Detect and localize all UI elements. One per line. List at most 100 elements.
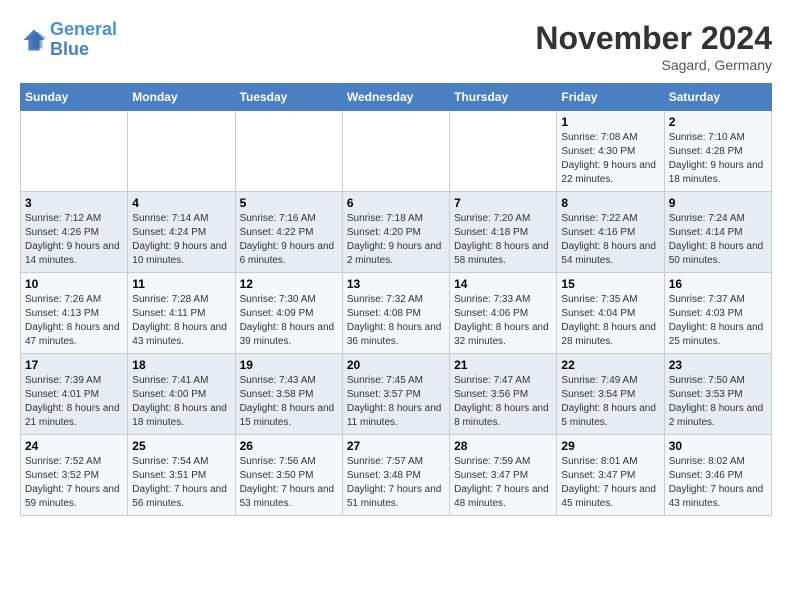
day-cell: 26Sunrise: 7:56 AM Sunset: 3:50 PM Dayli… [235, 435, 342, 516]
day-header-wednesday: Wednesday [342, 84, 449, 111]
day-number: 15 [561, 277, 659, 291]
logo-line2: Blue [50, 39, 89, 59]
day-number: 11 [132, 277, 230, 291]
day-cell: 16Sunrise: 7:37 AM Sunset: 4:03 PM Dayli… [664, 273, 771, 354]
day-cell: 11 Sunrise: 7:28 AM Sunset: 4:11 PM Dayli… [128, 273, 235, 354]
calendar-table: SundayMondayTuesdayWednesdayThursdayFrid… [20, 83, 772, 516]
title-area: November 2024 Sagard, Germany [535, 20, 772, 73]
day-number: 26 [240, 439, 338, 453]
header-row: SundayMondayTuesdayWednesdayThursdayFrid… [21, 84, 772, 111]
day-cell: 6 Sunrise: 7:18 AM Sunset: 4:20 PM Daylig… [342, 192, 449, 273]
day-info: Sunrise: 7:57 AM Sunset: 3:48 PM Dayligh… [347, 455, 445, 511]
day-cell: 1 Sunrise: 7:08 AM Sunset: 4:30 PM Daylig… [557, 111, 664, 192]
day-cell: 3 Sunrise: 7:12 AM Sunset: 4:26 PM Daylig… [21, 192, 128, 273]
page-header: General Blue November 2024 Sagard, Germa… [20, 20, 772, 73]
day-info: Sunrise: 7:35 AM Sunset: 4:04 PM Dayligh… [561, 293, 659, 349]
day-number: 6 [347, 196, 445, 210]
day-number: 21 [454, 358, 552, 372]
day-info: Sunrise: 7:32 AM Sunset: 4:08 PM Dayligh… [347, 293, 445, 349]
week-row-2: 3 Sunrise: 7:12 AM Sunset: 4:26 PM Daylig… [21, 192, 772, 273]
day-cell [235, 111, 342, 192]
day-info: Sunrise: 7:28 AM Sunset: 4:11 PM Dayligh… [132, 293, 230, 349]
day-info: Sunrise: 7:49 AM Sunset: 3:54 PM Dayligh… [561, 374, 659, 430]
day-number: 12 [240, 277, 338, 291]
day-number: 24 [25, 439, 123, 453]
day-cell: 20 Sunrise: 7:45 AM Sunset: 3:57 PM Dayli… [342, 354, 449, 435]
day-number: 14 [454, 277, 552, 291]
day-info: Sunrise: 7:16 AM Sunset: 4:22 PM Dayligh… [240, 212, 338, 268]
day-number: 4 [132, 196, 230, 210]
day-header-friday: Friday [557, 84, 664, 111]
day-cell [342, 111, 449, 192]
day-number: 20 [347, 358, 445, 372]
day-number: 3 [25, 196, 123, 210]
day-cell: 18 Sunrise: 7:41 AM Sunset: 4:00 PM Dayli… [128, 354, 235, 435]
day-number: 19 [240, 358, 338, 372]
day-info: Sunrise: 7:52 AM Sunset: 3:52 PM Dayligh… [25, 455, 123, 511]
day-cell [450, 111, 557, 192]
day-cell: 10 Sunrise: 7:26 AM Sunset: 4:13 PM Dayli… [21, 273, 128, 354]
day-header-monday: Monday [128, 84, 235, 111]
day-number: 5 [240, 196, 338, 210]
day-header-saturday: Saturday [664, 84, 771, 111]
day-cell: 17 Sunrise: 7:39 AM Sunset: 4:01 PM Dayli… [21, 354, 128, 435]
day-info: Sunrise: 7:26 AM Sunset: 4:13 PM Dayligh… [25, 293, 123, 349]
day-cell: 29 Sunrise: 8:01 AM Sunset: 3:47 PM Dayli… [557, 435, 664, 516]
day-header-thursday: Thursday [450, 84, 557, 111]
day-cell: 21 Sunrise: 7:47 AM Sunset: 3:56 PM Dayli… [450, 354, 557, 435]
day-info: Sunrise: 7:41 AM Sunset: 4:00 PM Dayligh… [132, 374, 230, 430]
day-cell: 9Sunrise: 7:24 AM Sunset: 4:14 PM Daylig… [664, 192, 771, 273]
day-info: Sunrise: 7:33 AM Sunset: 4:06 PM Dayligh… [454, 293, 552, 349]
day-info: Sunrise: 7:20 AM Sunset: 4:18 PM Dayligh… [454, 212, 552, 268]
day-info: Sunrise: 7:22 AM Sunset: 4:16 PM Dayligh… [561, 212, 659, 268]
day-header-sunday: Sunday [21, 84, 128, 111]
day-number: 8 [561, 196, 659, 210]
day-info: Sunrise: 7:30 AM Sunset: 4:09 PM Dayligh… [240, 293, 338, 349]
logo: General Blue [20, 20, 117, 60]
day-number: 2 [669, 115, 767, 129]
day-cell: 8 Sunrise: 7:22 AM Sunset: 4:16 PM Daylig… [557, 192, 664, 273]
day-info: Sunrise: 7:47 AM Sunset: 3:56 PM Dayligh… [454, 374, 552, 430]
day-info: Sunrise: 7:08 AM Sunset: 4:30 PM Dayligh… [561, 131, 659, 187]
logo-icon [20, 26, 48, 54]
day-cell: 19Sunrise: 7:43 AM Sunset: 3:58 PM Dayli… [235, 354, 342, 435]
day-number: 10 [25, 277, 123, 291]
day-cell [128, 111, 235, 192]
day-info: Sunrise: 7:50 AM Sunset: 3:53 PM Dayligh… [669, 374, 767, 430]
day-cell: 13Sunrise: 7:32 AM Sunset: 4:08 PM Dayli… [342, 273, 449, 354]
day-number: 17 [25, 358, 123, 372]
day-cell: 24 Sunrise: 7:52 AM Sunset: 3:52 PM Dayli… [21, 435, 128, 516]
day-info: Sunrise: 8:01 AM Sunset: 3:47 PM Dayligh… [561, 455, 659, 511]
day-cell: 23Sunrise: 7:50 AM Sunset: 3:53 PM Dayli… [664, 354, 771, 435]
day-info: Sunrise: 7:18 AM Sunset: 4:20 PM Dayligh… [347, 212, 445, 268]
day-cell: 7 Sunrise: 7:20 AM Sunset: 4:18 PM Daylig… [450, 192, 557, 273]
week-row-3: 10 Sunrise: 7:26 AM Sunset: 4:13 PM Dayli… [21, 273, 772, 354]
day-number: 18 [132, 358, 230, 372]
day-number: 1 [561, 115, 659, 129]
day-number: 29 [561, 439, 659, 453]
day-info: Sunrise: 7:59 AM Sunset: 3:47 PM Dayligh… [454, 455, 552, 511]
week-row-4: 17 Sunrise: 7:39 AM Sunset: 4:01 PM Dayli… [21, 354, 772, 435]
day-cell: 5 Sunrise: 7:16 AM Sunset: 4:22 PM Daylig… [235, 192, 342, 273]
day-cell: 15 Sunrise: 7:35 AM Sunset: 4:04 PM Dayli… [557, 273, 664, 354]
day-info: Sunrise: 7:10 AM Sunset: 4:28 PM Dayligh… [669, 131, 767, 187]
location: Sagard, Germany [535, 57, 772, 73]
day-info: Sunrise: 7:54 AM Sunset: 3:51 PM Dayligh… [132, 455, 230, 511]
logo-text: General Blue [50, 20, 117, 60]
day-cell: 2 Sunrise: 7:10 AM Sunset: 4:28 PM Daylig… [664, 111, 771, 192]
day-number: 7 [454, 196, 552, 210]
day-info: Sunrise: 7:37 AM Sunset: 4:03 PM Dayligh… [669, 293, 767, 349]
day-info: Sunrise: 7:24 AM Sunset: 4:14 PM Dayligh… [669, 212, 767, 268]
day-info: Sunrise: 7:39 AM Sunset: 4:01 PM Dayligh… [25, 374, 123, 430]
day-number: 28 [454, 439, 552, 453]
month-title: November 2024 [535, 20, 772, 57]
day-cell: 22Sunrise: 7:49 AM Sunset: 3:54 PM Dayli… [557, 354, 664, 435]
day-number: 25 [132, 439, 230, 453]
week-row-5: 24 Sunrise: 7:52 AM Sunset: 3:52 PM Dayli… [21, 435, 772, 516]
day-info: Sunrise: 8:02 AM Sunset: 3:46 PM Dayligh… [669, 455, 767, 511]
day-cell: 25 Sunrise: 7:54 AM Sunset: 3:51 PM Dayli… [128, 435, 235, 516]
day-info: Sunrise: 7:12 AM Sunset: 4:26 PM Dayligh… [25, 212, 123, 268]
week-row-1: 1 Sunrise: 7:08 AM Sunset: 4:30 PM Daylig… [21, 111, 772, 192]
day-info: Sunrise: 7:45 AM Sunset: 3:57 PM Dayligh… [347, 374, 445, 430]
day-number: 27 [347, 439, 445, 453]
